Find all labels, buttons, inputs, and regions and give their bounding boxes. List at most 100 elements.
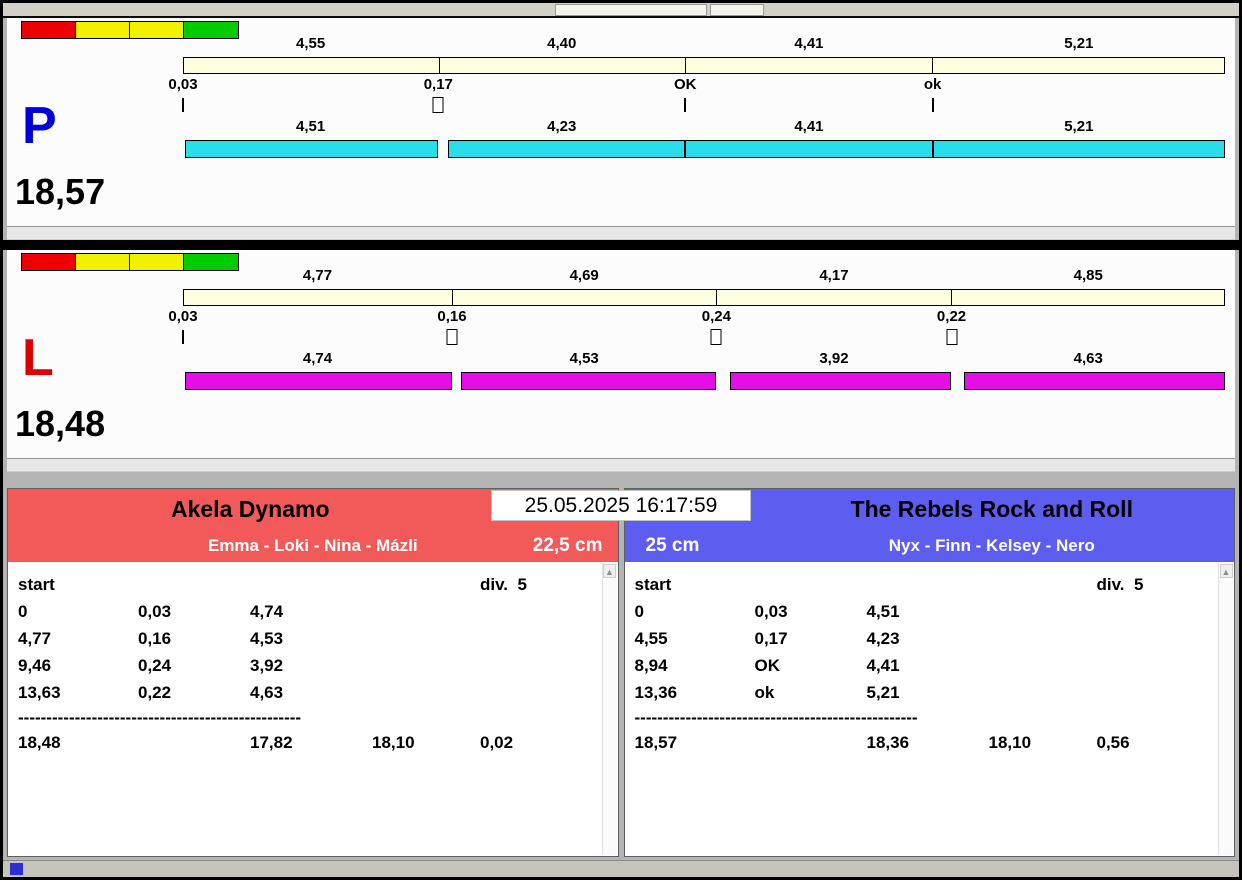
table-row: 13,36 ok 5,21 — [635, 679, 1213, 706]
split-divider — [716, 290, 718, 305]
table-cell: 3,92 — [250, 656, 284, 675]
scroll-up-icon[interactable]: ▲ — [1219, 564, 1233, 578]
dog-time-label: 4,53 — [569, 350, 599, 367]
changeover-times-row: 0,03 0,17 OK ok — [168, 74, 1225, 97]
table-cell: 0,24 — [138, 656, 172, 675]
dog-time-label: 3,92 — [819, 350, 849, 367]
dog-names: Nyx - Finn - Kelsey - Nero — [888, 536, 1095, 555]
dog-run-bar — [932, 140, 1225, 158]
scrollbar[interactable]: ▲ — [601, 563, 617, 855]
dog-run-bar — [184, 372, 452, 390]
changeover-box-marker — [946, 329, 958, 345]
split-time-label: 4,40 — [547, 35, 577, 52]
window-top-strip — [3, 3, 1239, 18]
table-cell: 5,21 — [866, 683, 900, 702]
lane-letter: P — [22, 97, 57, 155]
start-light-cell — [130, 22, 184, 38]
table-cell — [250, 571, 372, 598]
dog-bars-row — [183, 372, 1225, 390]
changeover-markers-row — [182, 329, 1225, 347]
dog-run-bar — [729, 372, 951, 390]
table-separator: ----------------------------------------… — [18, 708, 302, 727]
dog-time-label: 4,63 — [1073, 350, 1103, 367]
dog-time-label: 4,74 — [302, 350, 333, 367]
table-cell — [1097, 652, 1213, 679]
table-cell: 0,56 — [1096, 733, 1130, 752]
table-cell: 4,55 — [634, 629, 668, 648]
table-cell: 17,82 — [250, 733, 293, 752]
table-cell — [989, 652, 1097, 679]
lane-divider — [3, 240, 1239, 250]
scroll-up-icon[interactable]: ▲ — [603, 564, 616, 578]
dog-time-label: 5,21 — [1064, 118, 1094, 135]
datetime: 25.05.2025 16:17:59 — [491, 490, 751, 521]
split-time-label: 4,17 — [819, 267, 849, 284]
window-bottom-strip — [3, 860, 1239, 877]
table-row: 18,48 17,82 18,10 0,02 — [18, 729, 596, 756]
lane-p: P 4,55 4,40 4,41 5,21 0,03 0,17 OK ok 4,51 4,23… — [7, 18, 1235, 240]
table-cell — [1097, 625, 1213, 652]
table-cell: 8,94 — [634, 656, 668, 675]
table-cell: 4,51 — [866, 602, 900, 621]
dog-run-bar — [447, 140, 686, 158]
changeover-box-marker — [446, 329, 458, 345]
start-light-cell — [76, 254, 130, 270]
split-time-label: 4,85 — [1073, 267, 1103, 284]
jump-height: 25 cm — [645, 535, 700, 556]
changeover-box-marker — [432, 97, 444, 113]
table-cell: OK — [754, 656, 781, 675]
app-window: P 4,55 4,40 4,41 5,21 0,03 0,17 OK ok 4,51 4,23… — [0, 0, 1242, 880]
changeover-tick-marker — [182, 330, 184, 344]
team-subheader: Nyx - Finn - Kelsey - Nero 25 cm — [625, 530, 1235, 562]
changeover-time-label: 0,03 — [168, 308, 198, 325]
bottom-left-indicator — [10, 863, 23, 875]
scoreboard: Akela Dynamo Emma - Loki - Nina - Mázli … — [7, 488, 1235, 860]
table-cell: 18,48 — [18, 733, 61, 752]
changeover-tick-marker — [931, 98, 934, 112]
changeover-box-marker — [710, 329, 722, 345]
table-cell: 13,63 — [18, 683, 61, 702]
split-times-row: 4,77 4,69 4,17 4,85 — [183, 264, 1225, 289]
split-time-label: 4,69 — [569, 267, 599, 284]
lane-track: 4,55 4,40 4,41 5,21 0,03 0,17 OK ok 4,51 4,23 4,… — [168, 32, 1225, 158]
result-area-left: start div. 5 0 0,03 4,74 4,77 0,16 4,53 9,46 0,24… — [8, 562, 618, 856]
table-cell: 4,74 — [250, 602, 284, 621]
dog-run-bar — [963, 372, 1225, 390]
table-cell: 4,23 — [866, 629, 900, 648]
dog-times-row: 4,74 4,53 3,92 4,63 — [183, 347, 1225, 372]
table-cell — [138, 729, 250, 756]
team-panel-right: The Rebels Rock and Roll Nyx - Finn - Ke… — [623, 488, 1235, 857]
table-row: 4,55 0,17 4,23 — [635, 625, 1213, 652]
table-cell: 0,02 — [480, 733, 514, 752]
table-cell — [755, 729, 867, 756]
dog-time-label: 4,51 — [296, 118, 326, 135]
lane-total-time: 18,48 — [15, 403, 106, 444]
table-cell — [372, 598, 480, 625]
table-row: start div. 5 — [18, 571, 596, 598]
table-cell: 0,03 — [754, 602, 788, 621]
start-light-cell — [22, 22, 76, 38]
split-divider — [932, 58, 934, 73]
table-cell: 18,36 — [866, 733, 910, 752]
table-cell — [989, 679, 1097, 706]
changeover-times-row: 0,03 0,16 0,24 0,22 — [168, 306, 1225, 329]
table-row: 0 0,03 4,74 — [18, 598, 596, 625]
changeover-markers-row — [182, 97, 1225, 115]
scrollbar[interactable]: ▲ — [1218, 563, 1233, 855]
dog-time-label: 4,23 — [547, 118, 577, 135]
table-cell — [1097, 598, 1213, 625]
start-light-cell — [22, 254, 76, 270]
table-cell: 4,41 — [866, 656, 900, 675]
table-cell: 0 — [18, 602, 28, 621]
table-cell — [480, 679, 596, 706]
lane-status-field — [7, 458, 1235, 472]
table-cell: 18,10 — [372, 733, 415, 752]
table-cell: div. 5 — [480, 575, 527, 594]
lane-track: 4,77 4,69 4,17 4,85 0,03 0,16 0,24 0,22 4,74 4,… — [168, 264, 1225, 390]
dog-run-bar — [685, 140, 933, 158]
table-cell: 4,53 — [250, 629, 284, 648]
team-panel-left: Akela Dynamo Emma - Loki - Nina - Mázli … — [7, 488, 619, 857]
jump-height: 22,5 cm — [532, 535, 603, 556]
split-time-label: 4,55 — [296, 35, 326, 52]
table-row: start div. 5 — [635, 571, 1213, 598]
